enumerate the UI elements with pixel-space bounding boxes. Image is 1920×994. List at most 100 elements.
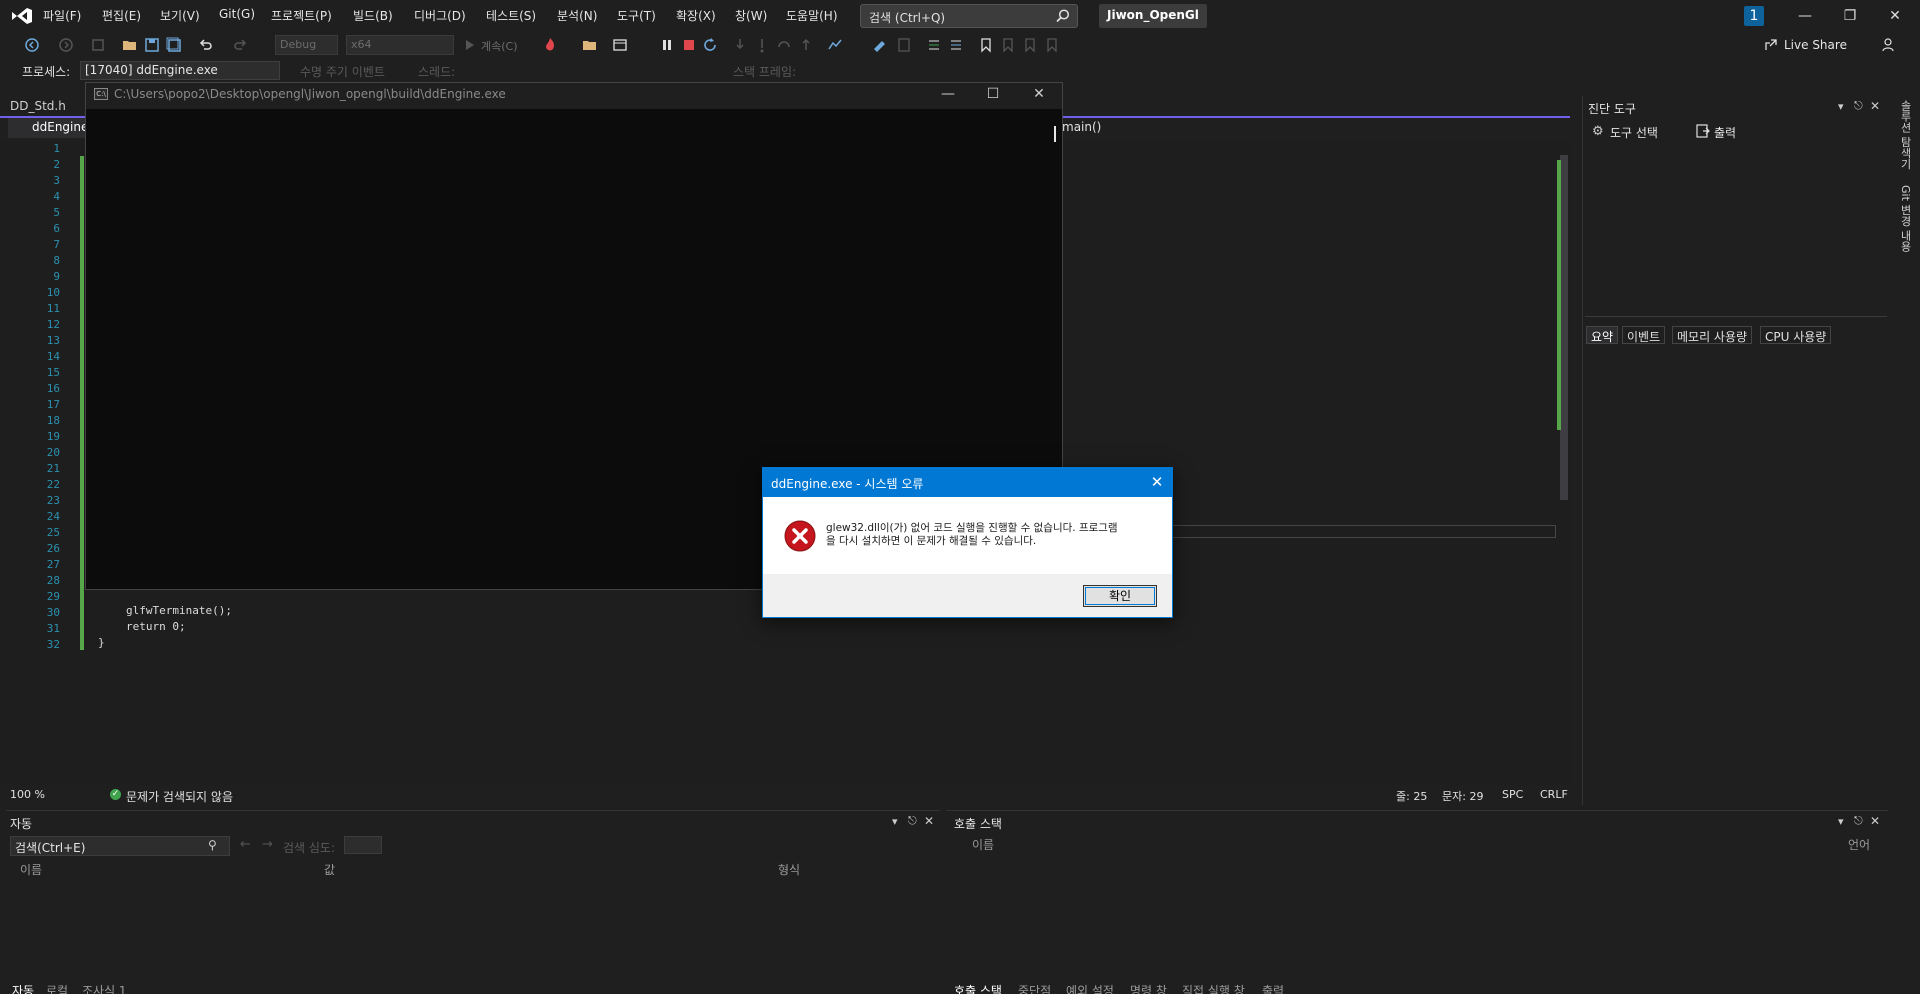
menu-debug[interactable]: 디버그(D) <box>414 7 466 24</box>
search-depth-select[interactable] <box>344 836 382 854</box>
feedback-icon[interactable] <box>1882 37 1898 53</box>
menu-edit[interactable]: 편집(E) <box>102 7 141 24</box>
breakpoint-tool-icon[interactable] <box>872 37 888 53</box>
new-project-icon[interactable] <box>90 37 106 53</box>
solution-name-badge[interactable]: Jiwon_OpenGl <box>1099 4 1207 28</box>
diagnostics-icon[interactable] <box>828 37 844 53</box>
code-line-31[interactable]: return 0; <box>126 620 186 633</box>
menu-project[interactable]: 프로젝트(P) <box>271 7 332 24</box>
live-share-icon[interactable] <box>1764 38 1778 52</box>
stop-icon[interactable] <box>681 37 697 53</box>
next-bookmark-icon[interactable] <box>1022 37 1038 53</box>
panel-menu-icon[interactable]: ▾ <box>1838 100 1844 113</box>
bookmark-icon[interactable] <box>978 37 994 53</box>
menu-test[interactable]: 테스트(S) <box>486 7 536 24</box>
pin-icon[interactable]: ⎋ <box>1854 99 1863 113</box>
tab-autos[interactable]: 자동 <box>12 982 34 994</box>
menu-build[interactable]: 빌드(B) <box>353 7 393 24</box>
menu-git[interactable]: Git(G) <box>219 7 255 21</box>
console-maximize-icon[interactable]: ☐ <box>978 84 1008 104</box>
undo-icon[interactable] <box>198 37 214 53</box>
char-indicator[interactable]: 문자: 29 <box>1442 788 1483 804</box>
tab-memory-usage[interactable]: 메모리 사용량 <box>1672 326 1753 344</box>
autos-menu-icon[interactable]: ▾ <box>892 815 898 828</box>
minimize-icon[interactable]: — <box>1795 6 1815 26</box>
line-indicator[interactable]: 줄: 25 <box>1396 788 1427 804</box>
issues-status[interactable]: 문제가 검색되지 않음 <box>126 788 233 805</box>
menu-file[interactable]: 파일(F) <box>43 7 81 24</box>
autos-col-name[interactable]: 이름 <box>20 861 42 878</box>
menu-help[interactable]: 도움말(H) <box>786 7 838 24</box>
tab-locals[interactable]: 로컬 <box>46 982 68 994</box>
close-icon[interactable]: ✕ <box>1885 6 1905 26</box>
select-tools-button[interactable]: 도구 선택 <box>1610 124 1658 141</box>
menu-extensions[interactable]: 확장(X) <box>676 7 716 24</box>
notification-badge[interactable]: 1 <box>1744 6 1764 26</box>
menu-window[interactable]: 창(W) <box>735 7 767 24</box>
solution-explorer-tab[interactable]: 솔루션 탐색기 <box>1897 100 1913 170</box>
redo-icon[interactable] <box>232 37 248 53</box>
configuration-select[interactable]: Debug <box>275 35 338 55</box>
tab-cpu-usage[interactable]: CPU 사용량 <box>1760 326 1832 344</box>
line-ending-indicator[interactable]: CRLF <box>1540 788 1568 801</box>
tab-call-stack[interactable]: 호출 스택 <box>954 982 1002 994</box>
back-arrow-icon[interactable]: ← <box>240 837 251 852</box>
lifecycle-events-label[interactable]: 수명 주기 이벤트 <box>300 63 385 80</box>
callstack-col-name[interactable]: 이름 <box>972 836 994 853</box>
hot-reload-icon[interactable] <box>542 37 558 53</box>
tab-summary[interactable]: 요약 <box>1586 326 1619 344</box>
restart-icon[interactable] <box>702 37 718 53</box>
disassembly-icon[interactable] <box>896 37 912 53</box>
callstack-pin-icon[interactable]: ⎋ <box>1854 814 1863 828</box>
browse-folder-icon[interactable] <box>582 37 598 53</box>
code-line-32[interactable]: } <box>98 636 105 649</box>
tab-output[interactable]: 출력 <box>1262 982 1284 994</box>
code-line-30[interactable]: glfwTerminate(); <box>126 604 232 617</box>
tab-breakpoints[interactable]: 중단점 <box>1018 982 1051 994</box>
tab-ddengine[interactable]: ddEngine <box>8 118 95 138</box>
git-changes-tab[interactable]: Git 변경 내용 <box>1897 185 1913 252</box>
callstack-col-language[interactable]: 언어 <box>1848 836 1870 853</box>
menu-tools[interactable]: 도구(T) <box>617 7 656 24</box>
prev-bookmark-icon[interactable] <box>1000 37 1016 53</box>
tab-command-window[interactable]: 명령 창 <box>1130 982 1167 994</box>
process-select[interactable]: [17040] ddEngine.exe <box>80 61 280 80</box>
step-into-icon[interactable] <box>732 37 748 53</box>
window-layout-icon[interactable] <box>612 37 628 53</box>
continue-label[interactable]: 계속(C) <box>481 38 518 54</box>
tab-events[interactable]: 이벤트 <box>1622 326 1666 344</box>
tab-dd-std-h[interactable]: DD_Std.h <box>10 99 66 113</box>
callstack-menu-icon[interactable]: ▾ <box>1838 815 1844 828</box>
editor-scroll-thumb[interactable] <box>1560 155 1568 500</box>
search-input[interactable]: 검색 (Ctrl+Q) <box>860 4 1078 28</box>
save-all-icon[interactable] <box>166 37 182 53</box>
comment-icon[interactable] <box>926 37 942 53</box>
open-folder-icon[interactable] <box>122 37 138 53</box>
tab-watch-1[interactable]: 조사식 1 <box>82 982 127 994</box>
autos-close-icon[interactable]: ✕ <box>924 814 934 828</box>
menu-analyze[interactable]: 분석(N) <box>557 7 597 24</box>
restore-icon[interactable]: ❐ <box>1840 6 1860 26</box>
navigate-back-icon[interactable] <box>24 37 40 53</box>
autos-col-value[interactable]: 값 <box>324 861 335 878</box>
whitespace-indicator[interactable]: SPC <box>1502 788 1523 801</box>
callstack-close-icon[interactable]: ✕ <box>1870 814 1880 828</box>
step-back-icon[interactable] <box>798 37 814 53</box>
output-button[interactable]: 출력 <box>1714 124 1736 141</box>
pause-icon[interactable] <box>659 37 675 53</box>
uncomment-icon[interactable] <box>948 37 964 53</box>
continue-icon[interactable] <box>462 37 478 53</box>
forward-arrow-icon[interactable]: → <box>262 837 273 852</box>
console-minimize-icon[interactable]: — <box>933 84 963 104</box>
visual-studio-logo-icon[interactable] <box>10 6 34 26</box>
console-close-icon[interactable]: ✕ <box>1024 84 1054 104</box>
ok-button[interactable]: 확인 <box>1083 585 1157 607</box>
autos-search-input[interactable]: 검색(Ctrl+E) <box>10 836 230 856</box>
tab-exception-settings[interactable]: 예외 설정 <box>1066 982 1114 994</box>
tab-immediate-window[interactable]: 직접 실행 창 <box>1182 982 1245 994</box>
function-navigation[interactable]: main() <box>1062 120 1101 134</box>
zoom-level[interactable]: 100 % <box>10 788 45 801</box>
menu-view[interactable]: 보기(V) <box>160 7 200 24</box>
dialog-close-icon[interactable]: ✕ <box>1146 471 1168 493</box>
panel-close-icon[interactable]: ✕ <box>1870 99 1880 113</box>
